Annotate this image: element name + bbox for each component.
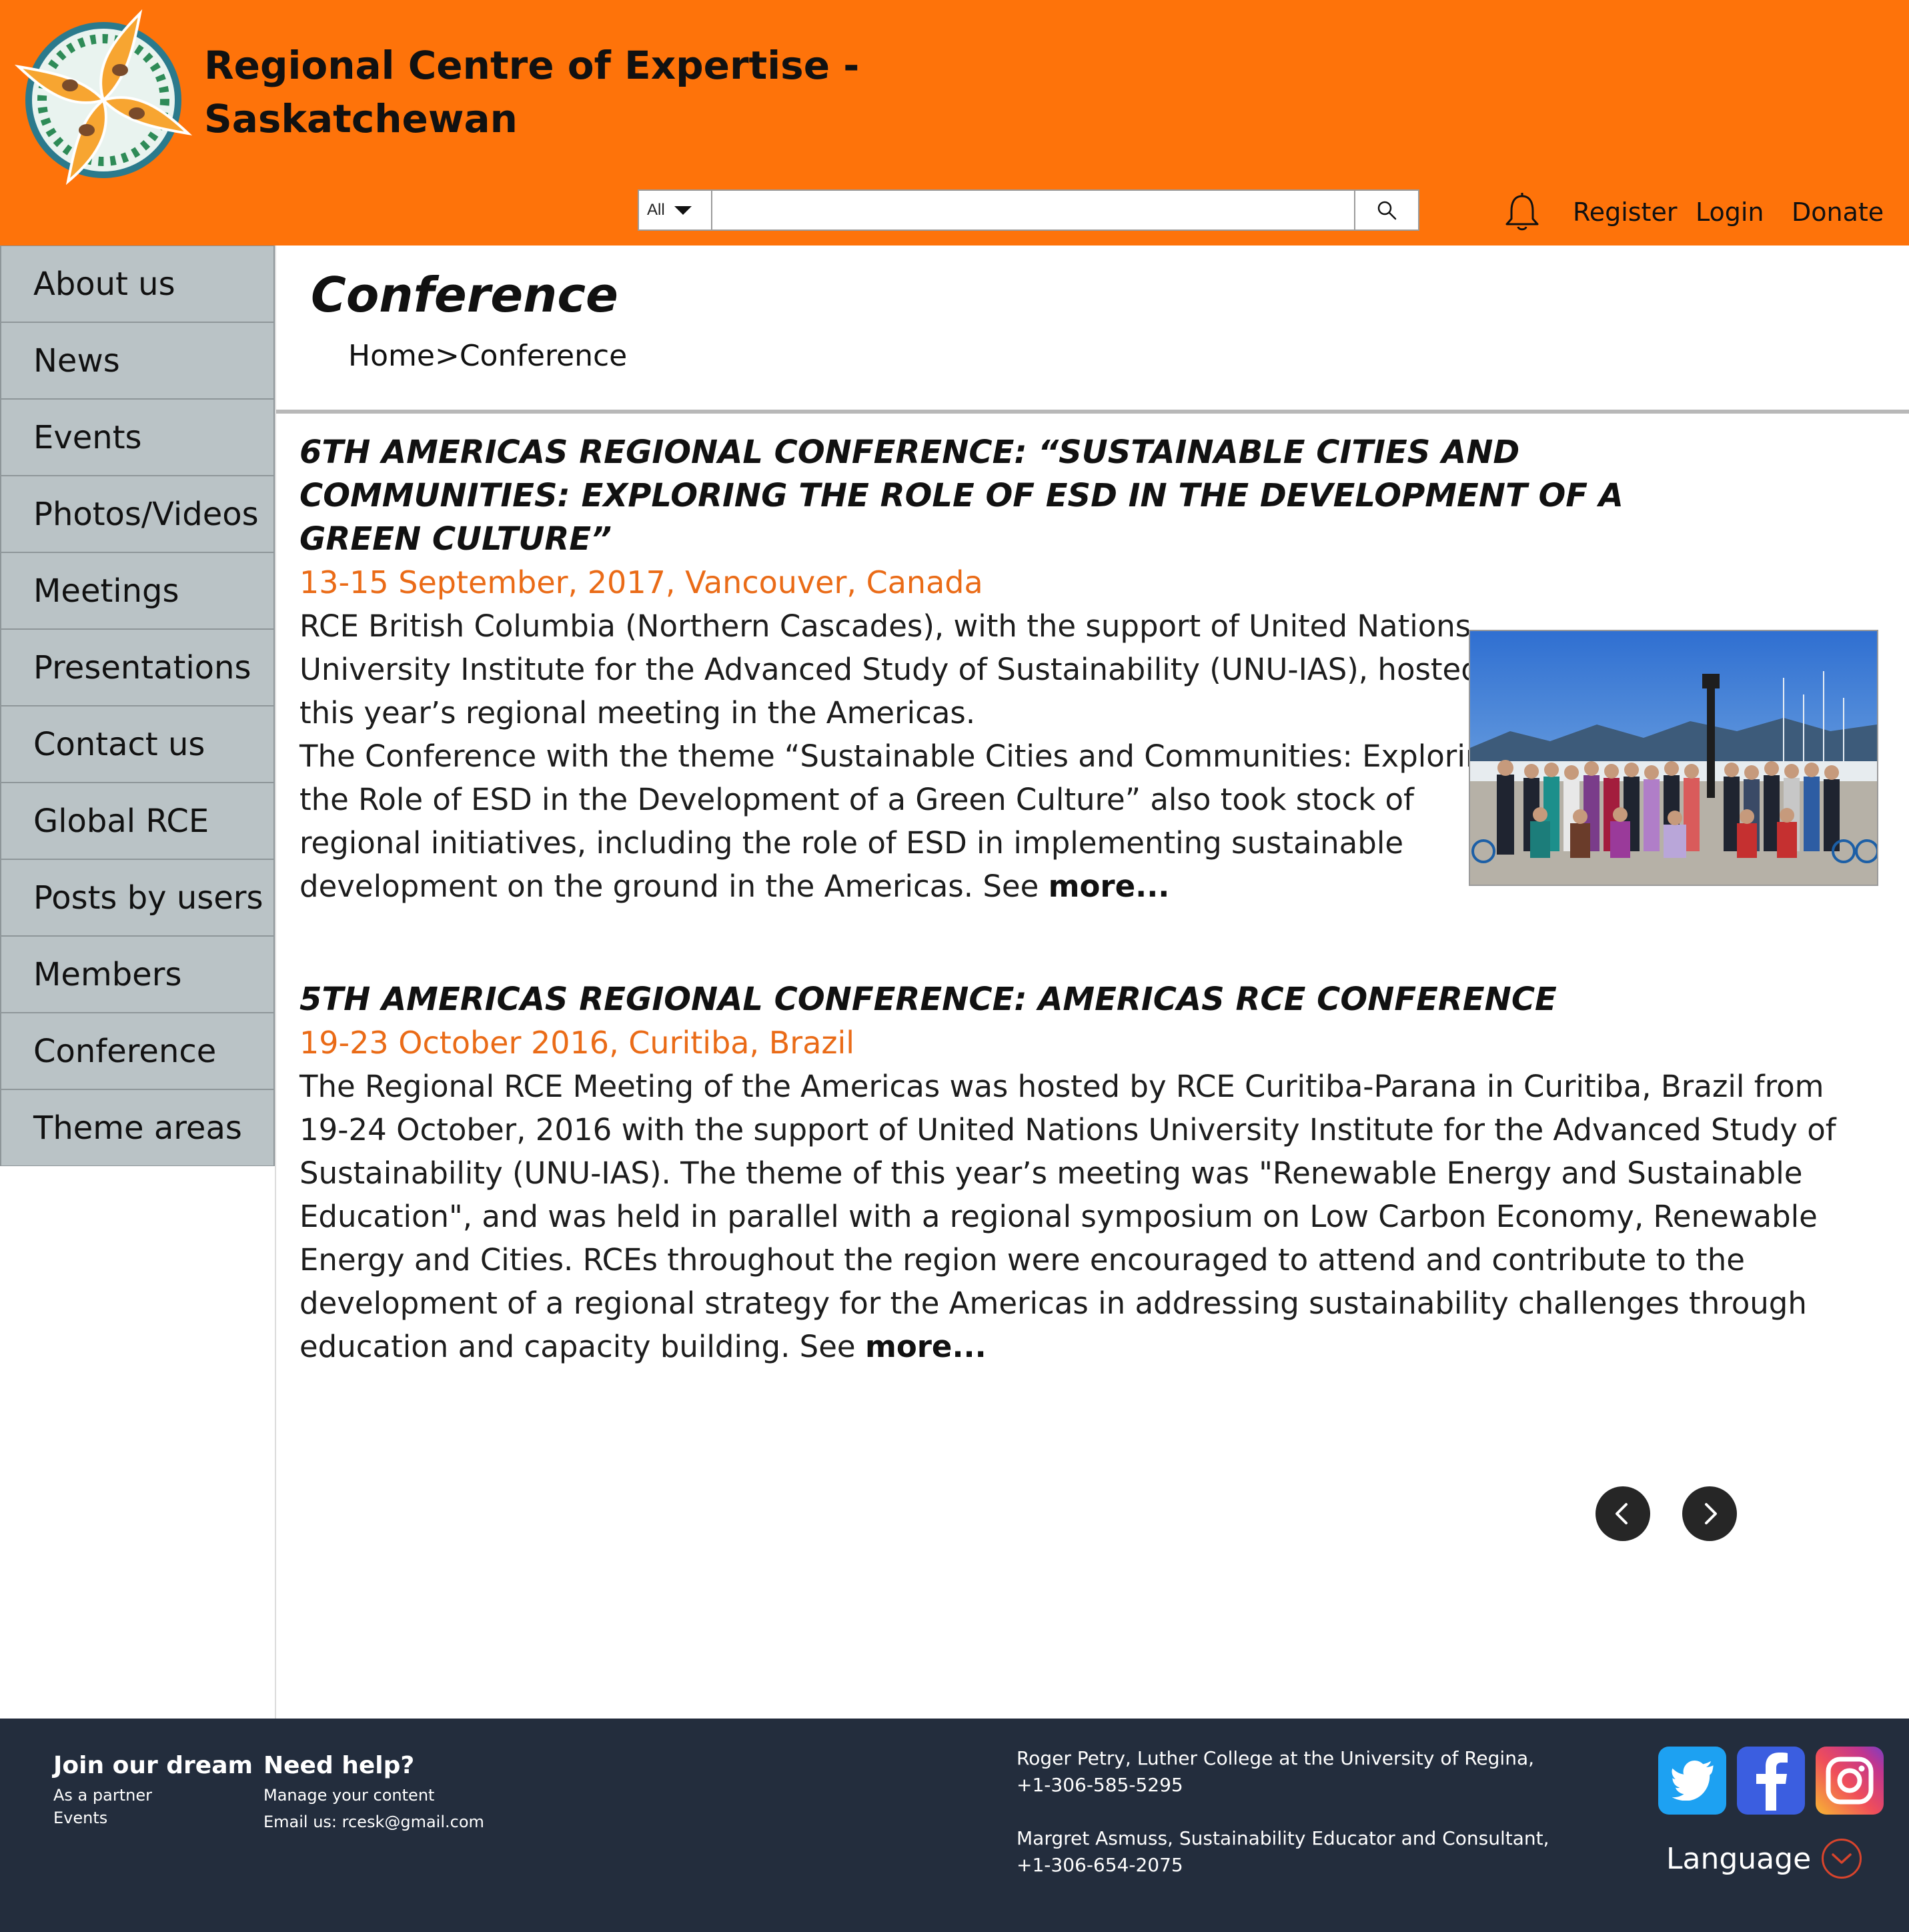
language-label: Language (1666, 1841, 1812, 1876)
sidebar: About us News Events Photos/Videos Meeti… (0, 246, 276, 1719)
sidebar-item-conference[interactable]: Conference (0, 1013, 275, 1089)
footer-join-heading: Join our dream (53, 1752, 253, 1779)
search-icon (1377, 201, 1397, 220)
sidebar-item-contact-us[interactable]: Contact us (0, 706, 275, 783)
article-body-line: education and capacity building. See (299, 1329, 865, 1364)
search-bar: All (638, 189, 1419, 231)
site-title-line1: Regional Centre of Expertise - (204, 43, 860, 88)
next-page-button[interactable] (1682, 1486, 1737, 1541)
sidebar-item-events[interactable]: Events (0, 399, 275, 476)
article-body-line: development of a regional strategy for t… (299, 1286, 1807, 1321)
page-title: Conference (311, 267, 618, 323)
twitter-icon (1672, 1761, 1714, 1801)
chevron-right-icon (1705, 1503, 1717, 1524)
footer-link-as-partner[interactable]: As a partner (53, 1784, 253, 1807)
bell-icon[interactable] (1503, 192, 1541, 232)
sidebar-item-photos-videos[interactable]: Photos/Videos (0, 476, 275, 552)
article-title[interactable]: 5TH AMERICAS REGIONAL CONFERENCE: AMERIC… (299, 978, 1887, 1021)
instagram-icon (1826, 1757, 1874, 1805)
article-title-line: GREEN CULTURE” (299, 520, 612, 558)
search-scope-label: All (647, 201, 665, 219)
register-link[interactable]: Register (1573, 197, 1677, 227)
footer-link-events[interactable]: Events (53, 1807, 253, 1829)
divider (276, 410, 1909, 414)
article-date: 19-23 October 2016, Curitiba, Brazil (299, 1025, 855, 1061)
site-title[interactable]: Regional Centre of Expertise - Saskatche… (204, 39, 859, 145)
article-body-line: The Regional RCE Meeting of the Americas… (299, 1069, 1824, 1104)
site-title-line2: Saskatchewan (204, 96, 518, 141)
caret-down-icon (674, 205, 692, 215)
article-body: The Regional RCE Meeting of the Americas… (299, 1065, 1887, 1368)
article-body-line: Education", and was held in parallel wit… (299, 1199, 1818, 1234)
footer-link-manage-content[interactable]: Manage your content (263, 1784, 484, 1807)
breadcrumb: Home>Conference (348, 339, 627, 373)
footer-help-section: Need help? Manage your content Email us:… (263, 1748, 484, 1833)
conference-article: 5TH AMERICAS REGIONAL CONFERENCE: AMERIC… (299, 978, 1887, 1368)
article-body-line: development on the ground in the America… (299, 869, 1049, 904)
footer-contacts: Roger Petry, Luther College at the Unive… (1017, 1745, 1549, 1879)
facebook-link[interactable] (1737, 1747, 1805, 1815)
article-body-last-line: education and capacity building. See mor… (299, 1325, 1887, 1368)
login-link[interactable]: Login (1696, 197, 1764, 227)
sidebar-item-posts-by-users[interactable]: Posts by users (0, 859, 275, 936)
breadcrumb-separator: > (434, 339, 460, 373)
search-button[interactable] (1354, 191, 1418, 229)
previous-page-button[interactable] (1596, 1486, 1650, 1541)
more-link[interactable]: more... (865, 1329, 987, 1364)
article-title-line: COMMUNITIES: EXPLORING THE ROLE OF ESD I… (299, 477, 1624, 514)
sidebar-item-global-rce[interactable]: Global RCE (0, 783, 275, 859)
facebook-icon (1756, 1753, 1788, 1811)
twitter-link[interactable] (1658, 1747, 1726, 1815)
more-link[interactable]: more... (1049, 869, 1170, 904)
sidebar-item-about-us[interactable]: About us (0, 246, 275, 322)
sidebar-item-members[interactable]: Members (0, 936, 275, 1013)
article-title-line: 6TH AMERICAS REGIONAL CONFERENCE: “SUSTA… (299, 434, 1520, 471)
article-body-line: Sustainability (UNU-IAS). The theme of t… (299, 1155, 1803, 1191)
article-title[interactable]: 6TH AMERICAS REGIONAL CONFERENCE: “SUSTA… (299, 431, 1854, 561)
sidebar-item-theme-areas[interactable]: Theme areas (0, 1089, 275, 1166)
contact-2-line1: Margret Asmuss, Sustainability Educator … (1017, 1827, 1549, 1849)
footer-email[interactable]: Email us: rcesk@gmail.com (263, 1811, 484, 1833)
chevron-down-icon (1822, 1839, 1862, 1879)
breadcrumb-current: Conference (459, 339, 628, 373)
sidebar-item-news[interactable]: News (0, 322, 275, 399)
instagram-link[interactable] (1816, 1747, 1884, 1815)
contact-1-phone: +1-306-585-5295 (1017, 1774, 1183, 1796)
contact-1-line1: Roger Petry, Luther College at the Unive… (1017, 1747, 1535, 1769)
sidebar-item-meetings[interactable]: Meetings (0, 552, 275, 629)
site-footer: Join our dream As a partner Events Need … (0, 1719, 1909, 1932)
search-scope-dropdown[interactable]: All (639, 191, 712, 229)
chevron-left-icon (1616, 1503, 1628, 1524)
conference-group-photo (1469, 630, 1878, 886)
search-input[interactable] (712, 191, 1354, 229)
contact-2-phone: +1-306-654-2075 (1017, 1854, 1183, 1876)
article-date: 13-15 September, 2017, Vancouver, Canada (299, 564, 983, 600)
donate-link[interactable]: Donate (1792, 197, 1884, 227)
site-header: Regional Centre of Expertise - Saskatche… (0, 0, 1909, 246)
article-body-line: 19-24 October, 2016 with the support of … (299, 1112, 1836, 1147)
rce-logo-icon[interactable] (13, 7, 193, 187)
article-title-line: 5TH AMERICAS REGIONAL CONFERENCE: AMERIC… (299, 981, 1557, 1018)
language-selector[interactable]: Language (1666, 1839, 1862, 1879)
article-body-line: Energy and Cities. RCEs throughout the r… (299, 1242, 1745, 1278)
footer-help-heading: Need help? (263, 1752, 415, 1779)
footer-join-section: Join our dream As a partner Events (53, 1748, 253, 1829)
breadcrumb-home[interactable]: Home (348, 339, 435, 373)
conference-photo-image (1470, 631, 1877, 885)
sidebar-item-presentations[interactable]: Presentations (0, 629, 275, 706)
